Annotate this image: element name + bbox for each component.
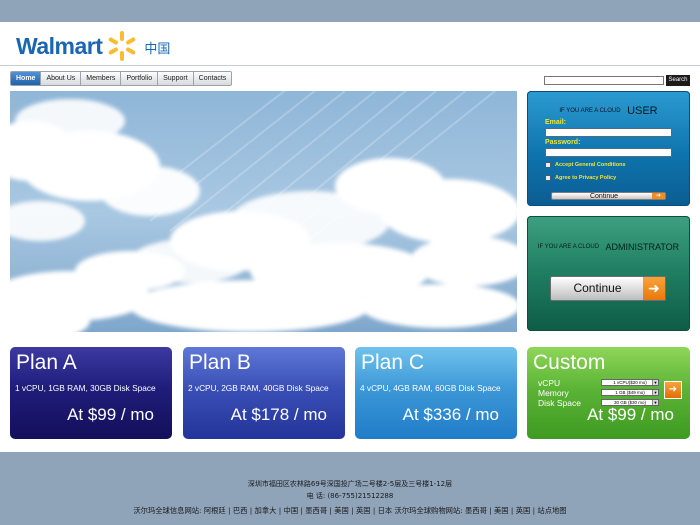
plan-spec: 2 vCPU, 2GB RAM, 40GB Disk Space: [188, 383, 329, 393]
hero-sky-image: [10, 91, 517, 332]
search-button[interactable]: Search: [666, 75, 690, 86]
plan-c-card[interactable]: Plan C 4 vCPU, 4GB RAM, 60GB Disk Space …: [355, 347, 517, 439]
nav-home[interactable]: Home: [11, 72, 42, 85]
cloud-user-login-panel: IF YOU ARE A CLOUD USER Email: Password:…: [527, 91, 690, 206]
footer-link[interactable]: 中国: [284, 506, 299, 515]
privacy-policy-label: Agree to Privacy Policy: [555, 175, 617, 181]
plan-spec: 1 vCPU, 1GB RAM, 30GB Disk Space: [15, 383, 156, 393]
footer-link[interactable]: 巴西: [233, 506, 248, 515]
chevron-down-icon: ▼: [652, 380, 658, 385]
cloud-admin-login-panel: IF YOU ARE A CLOUD ADMINISTRATOR Continu…: [527, 216, 690, 331]
vcpu-select[interactable]: 1 vCPU($20 mo) ▼: [601, 379, 659, 386]
arrow-right-icon: ➜: [668, 384, 678, 395]
plan-a-card[interactable]: Plan A 1 vCPU, 1GB RAM, 30GB Disk Space …: [10, 347, 172, 439]
user-continue-button[interactable]: Continue ➜: [551, 192, 666, 200]
plan-b-card[interactable]: Plan B 2 vCPU, 2GB RAM, 40GB Disk Space …: [183, 347, 345, 439]
plan-name: Plan A: [16, 351, 77, 374]
plan-name: Plan C: [361, 351, 425, 374]
page: Walmart 中国 Home About Us Members Portfol…: [0, 22, 700, 452]
footer-address: 深圳市福田区农林路69号深国投广场二号楼2-5层及三号楼1-12层: [247, 480, 453, 488]
nav-members[interactable]: Members: [81, 72, 122, 85]
plan-price: At $178 / mo: [230, 405, 327, 424]
user-panel-heading: IF YOU ARE A CLOUD USER: [559, 104, 658, 117]
plan-spec: 4 vCPU, 4GB RAM, 60GB Disk Space: [360, 383, 501, 393]
footer-link[interactable]: 美国: [334, 506, 349, 515]
footer-link[interactable]: 墨西哥: [305, 506, 327, 515]
nav-about-us[interactable]: About Us: [41, 72, 82, 85]
footer-link[interactable]: 沃尔玛全球信息网站: 阿根廷: [133, 506, 225, 515]
arrow-right-icon: ➜: [652, 193, 665, 199]
plan-price: At $99 / mo: [67, 405, 154, 424]
plan-price: At $99 / mo: [587, 405, 674, 424]
site-header: Walmart 中国: [0, 22, 700, 66]
memory-select[interactable]: 1 GB ($49 mo) ▼: [601, 389, 659, 396]
password-label: Password:: [545, 139, 581, 146]
footer-link[interactable]: 加拿大: [255, 506, 277, 515]
footer-link[interactable]: 站点地图: [537, 506, 566, 515]
custom-plan-card: Custom vCPU 1 vCPU($20 mo) ▼ Memory 1 GB…: [527, 347, 690, 439]
walmart-spark-icon: [109, 31, 136, 61]
vcpu-label: vCPU: [538, 378, 561, 388]
password-field[interactable]: [545, 148, 672, 157]
main-nav: Home About Us Members Portfolio Support …: [10, 71, 233, 86]
accept-conditions-checkbox[interactable]: [545, 162, 551, 168]
nav-support[interactable]: Support: [158, 72, 194, 85]
custom-plan-go-button[interactable]: ➜: [664, 381, 682, 399]
accept-conditions-label: Accept General Conditions: [555, 162, 626, 168]
nav-contacts[interactable]: Contacts: [193, 72, 232, 85]
email-field[interactable]: [545, 128, 672, 137]
site-footer: 深圳市福田区农林路69号深国投广场二号楼2-5层及三号楼1-12层 电 话: (…: [0, 478, 700, 518]
footer-link[interactable]: 美国: [494, 506, 509, 515]
admin-panel-heading: IF YOU ARE A CLOUD ADMINISTRATOR: [537, 241, 680, 252]
email-label: Email:: [545, 119, 567, 126]
disk-space-label: Disk Space: [538, 398, 581, 408]
logo-region: 中国: [144, 41, 171, 57]
footer-links: 沃尔玛全球信息网站: 阿根廷 | 巴西 | 加拿大 | 中国 | 墨西哥 | 美…: [133, 506, 567, 515]
footer-link[interactable]: 英国: [516, 506, 531, 515]
arrow-right-icon: ➜: [643, 277, 665, 300]
plan-price: At $336 / mo: [402, 405, 499, 424]
privacy-policy-checkbox[interactable]: [545, 175, 551, 181]
nav-portfolio[interactable]: Portfolio: [121, 72, 159, 85]
walmart-logo[interactable]: Walmart 中国: [16, 30, 170, 62]
sky-clouds-illustration: [10, 91, 517, 332]
plan-name: Plan B: [189, 351, 251, 374]
chevron-down-icon: ▼: [652, 390, 658, 395]
search-input[interactable]: [544, 76, 664, 85]
footer-phone: 电 话: (86-755)21512288: [306, 492, 394, 500]
footer-link[interactable]: 英国: [356, 506, 371, 515]
admin-continue-button[interactable]: Continue ➜: [550, 276, 666, 301]
footer-link[interactable]: 日本 沃尔玛全球购物网站: 墨西哥: [378, 506, 487, 515]
memory-label: Memory: [538, 388, 569, 398]
plan-name: Custom: [533, 351, 606, 374]
logo-wordmark: Walmart: [16, 32, 103, 59]
